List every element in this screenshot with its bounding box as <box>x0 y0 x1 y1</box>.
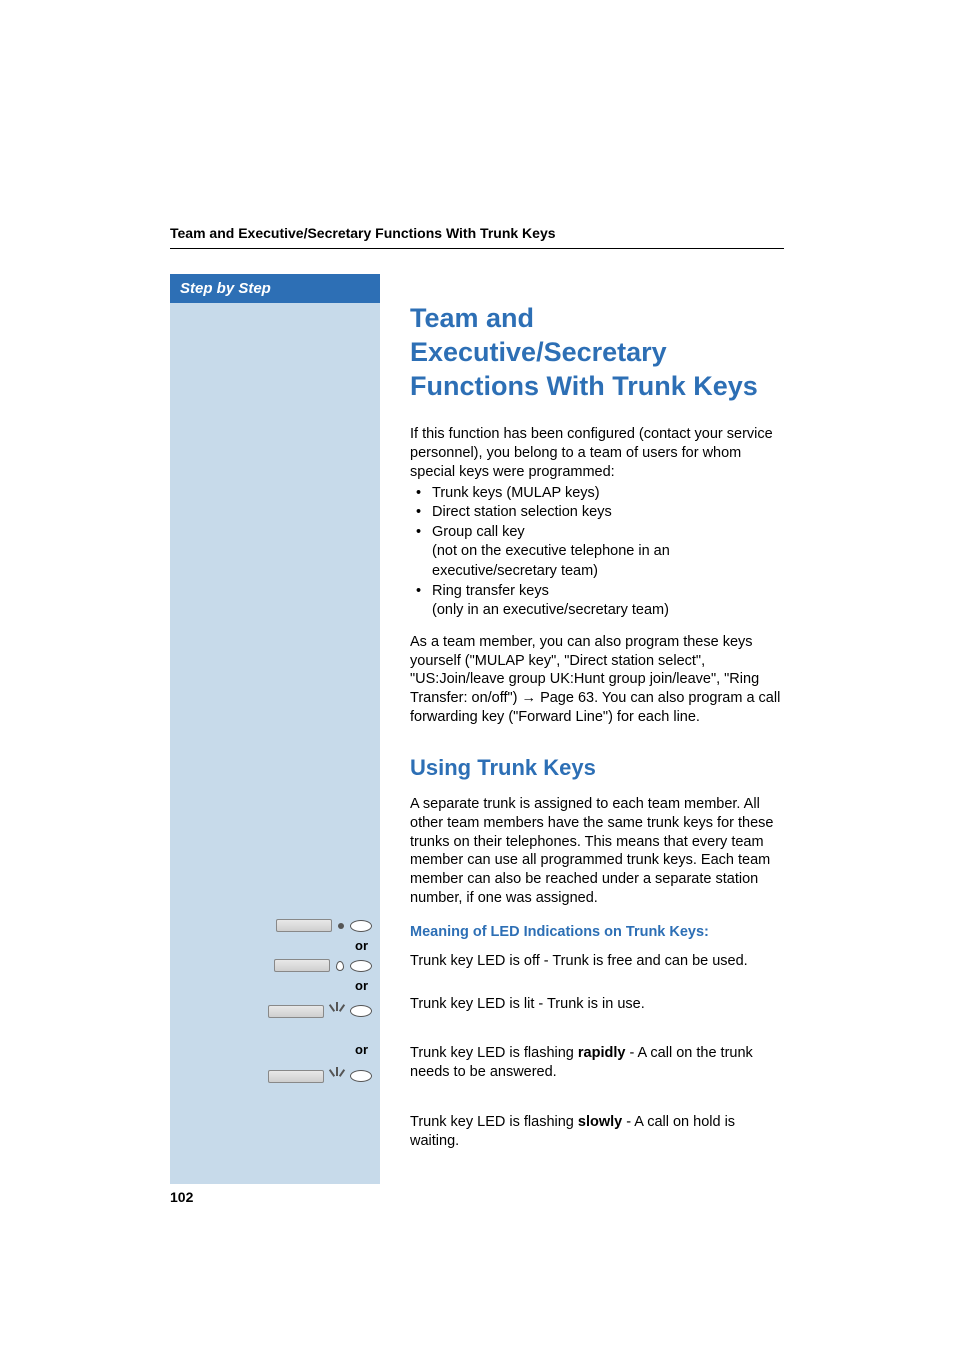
list-item-text: Group call key <box>432 524 525 540</box>
programming-paragraph: As a team member, you can also program t… <box>410 633 782 727</box>
arrow-icon: → <box>522 690 541 706</box>
trunk-key-led-flash-slow-icon <box>268 1069 372 1083</box>
trunk-key-led-flash-rapid-icon <box>268 1004 372 1018</box>
text-segment: Trunk key LED is flashing <box>410 1114 578 1130</box>
emphasis: rapidly <box>578 1045 626 1061</box>
feature-list: Trunk keys (MULAP keys) Direct station s… <box>410 484 782 621</box>
sidebar: Step by Step or or or <box>170 274 380 1184</box>
text-segment: Trunk key LED is flashing <box>410 1045 578 1061</box>
led-rapid-description: Trunk key LED is flashing rapidly - A ca… <box>410 1044 782 1082</box>
section-title-using-trunk-keys: Using Trunk Keys <box>410 755 782 781</box>
list-item: Group call key (not on the executive tel… <box>410 523 782 582</box>
page-title: Team and Executive/Secretary Functions W… <box>410 302 782 403</box>
or-label: or <box>355 1042 368 1057</box>
list-item-text: Ring transfer keys <box>432 583 549 599</box>
trunk-keys-paragraph: A separate trunk is assigned to each tea… <box>410 795 782 908</box>
led-slow-description: Trunk key LED is flashing slowly - A cal… <box>410 1113 782 1151</box>
trunk-key-led-lit-icon <box>274 959 372 972</box>
led-indications-heading: Meaning of LED Indications on Trunk Keys… <box>410 924 782 940</box>
intro-paragraph: If this function has been configured (co… <box>410 425 782 482</box>
page-number: 102 <box>170 1189 193 1205</box>
trunk-key-led-off-icon <box>276 919 372 932</box>
breadcrumb: Team and Executive/Secretary Functions W… <box>170 225 784 241</box>
or-label: or <box>355 978 368 993</box>
page-reference-link[interactable]: Page 63 <box>540 690 594 706</box>
led-lit-description: Trunk key LED is lit - Trunk is in use. <box>410 995 782 1014</box>
main-content: Team and Executive/Secretary Functions W… <box>380 274 784 1184</box>
led-off-description: Trunk key LED is off - Trunk is free and… <box>410 952 782 971</box>
header-rule <box>170 248 784 249</box>
list-item: Trunk keys (MULAP keys) <box>410 484 782 504</box>
list-item: Direct station selection keys <box>410 503 782 523</box>
list-item-subtext: (not on the executive telephone in an ex… <box>432 543 670 579</box>
step-by-step-header: Step by Step <box>170 274 380 303</box>
list-item: Ring transfer keys (only in an executive… <box>410 582 782 621</box>
emphasis: slowly <box>578 1114 622 1130</box>
list-item-subtext: (only in an executive/secretary team) <box>432 602 669 618</box>
or-label: or <box>355 938 368 953</box>
